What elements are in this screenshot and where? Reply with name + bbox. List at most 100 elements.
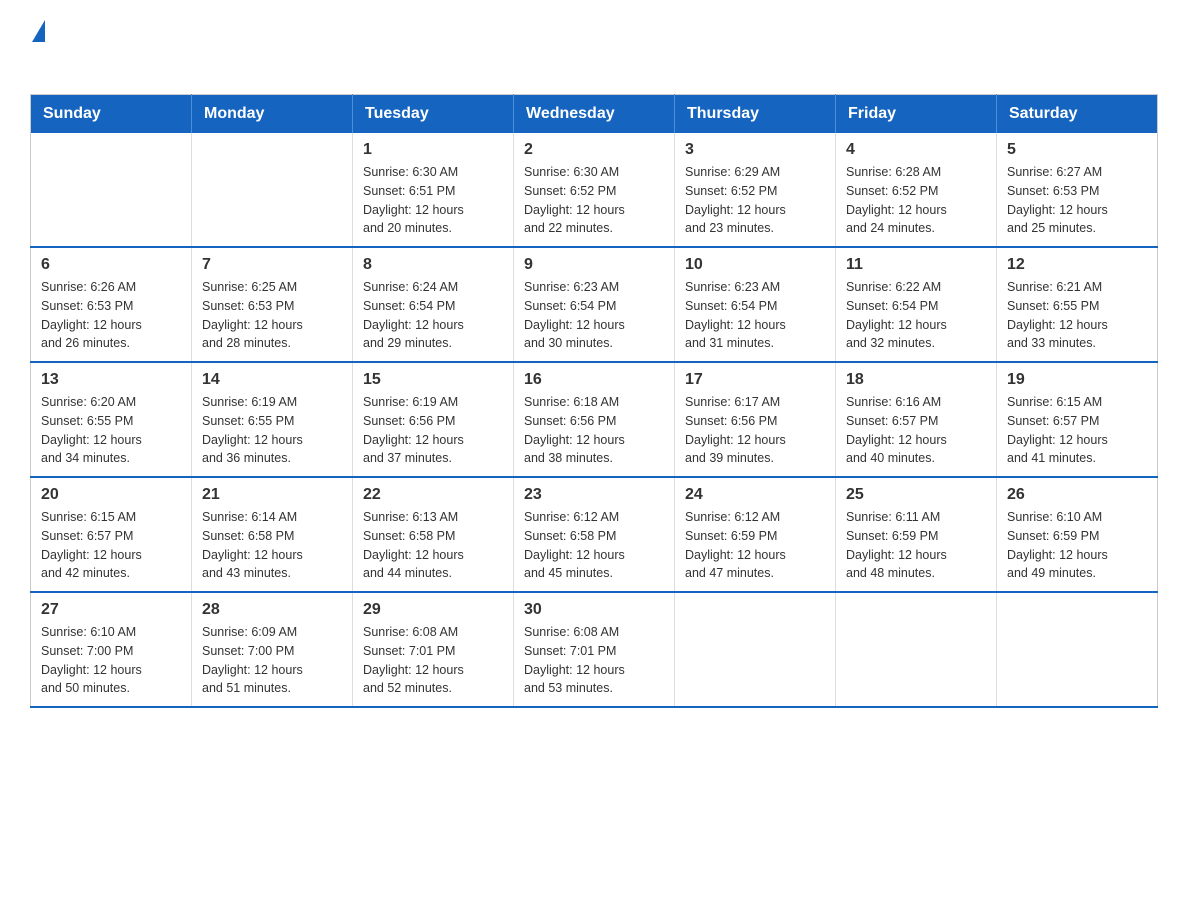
calendar-cell [675, 592, 836, 707]
day-info: Sunrise: 6:14 AM Sunset: 6:58 PM Dayligh… [202, 508, 342, 583]
calendar-cell: 7 Sunrise: 6:25 AM Sunset: 6:53 PM Daylig… [192, 247, 353, 362]
day-number: 5 [1007, 141, 1147, 159]
weekday-header-saturday: Saturday [997, 95, 1158, 134]
day-number: 6 [41, 256, 181, 274]
calendar-cell: 16Sunrise: 6:18 AM Sunset: 6:56 PM Dayli… [514, 362, 675, 477]
calendar-header: SundayMondayTuesdayWednesdayThursdayFrid… [31, 95, 1158, 134]
day-number: 4 [846, 141, 986, 159]
calendar-cell: 19 Sunrise: 6:15 AM Sunset: 6:57 PM Dayli… [997, 362, 1158, 477]
calendar-cell: 13Sunrise: 6:20 AM Sunset: 6:55 PM Dayli… [31, 362, 192, 477]
day-number: 29 [363, 601, 503, 619]
weekday-header-row: SundayMondayTuesdayWednesdayThursdayFrid… [31, 95, 1158, 134]
day-info: Sunrise: 6:12 AM Sunset: 6:58 PM Dayligh… [524, 508, 664, 583]
day-number: 8 [363, 256, 503, 274]
calendar-cell [997, 592, 1158, 707]
calendar-cell: 20 Sunrise: 6:15 AM Sunset: 6:57 PM Dayli… [31, 477, 192, 592]
day-info: Sunrise: 6:30 AM Sunset: 6:51 PM Dayligh… [363, 163, 503, 238]
day-info: Sunrise: 6:16 AM Sunset: 6:57 PM Dayligh… [846, 393, 986, 468]
day-info: Sunrise: 6:25 AM Sunset: 6:53 PM Dayligh… [202, 278, 342, 353]
day-info: Sunrise: 6:10 AM Sunset: 7:00 PM Dayligh… [41, 623, 181, 698]
day-number: 17 [685, 371, 825, 389]
calendar-cell: 18 Sunrise: 6:16 AM Sunset: 6:57 PM Dayli… [836, 362, 997, 477]
day-info: Sunrise: 6:13 AM Sunset: 6:58 PM Dayligh… [363, 508, 503, 583]
logo-triangle-icon [32, 20, 45, 42]
weekday-header-monday: Monday [192, 95, 353, 134]
calendar-cell: 28 Sunrise: 6:09 AM Sunset: 7:00 PM Dayli… [192, 592, 353, 707]
calendar-cell: 21 Sunrise: 6:14 AM Sunset: 6:58 PM Dayli… [192, 477, 353, 592]
day-info: Sunrise: 6:20 AM Sunset: 6:55 PM Dayligh… [41, 393, 181, 468]
day-number: 30 [524, 601, 664, 619]
day-info: Sunrise: 6:24 AM Sunset: 6:54 PM Dayligh… [363, 278, 503, 353]
day-info: Sunrise: 6:28 AM Sunset: 6:52 PM Dayligh… [846, 163, 986, 238]
day-info: Sunrise: 6:12 AM Sunset: 6:59 PM Dayligh… [685, 508, 825, 583]
calendar-cell [836, 592, 997, 707]
day-number: 26 [1007, 486, 1147, 504]
calendar-table: SundayMondayTuesdayWednesdayThursdayFrid… [30, 94, 1158, 708]
calendar-cell: 6Sunrise: 6:26 AM Sunset: 6:53 PM Daylig… [31, 247, 192, 362]
day-info: Sunrise: 6:29 AM Sunset: 6:52 PM Dayligh… [685, 163, 825, 238]
day-info: Sunrise: 6:09 AM Sunset: 7:00 PM Dayligh… [202, 623, 342, 698]
day-info: Sunrise: 6:27 AM Sunset: 6:53 PM Dayligh… [1007, 163, 1147, 238]
day-info: Sunrise: 6:30 AM Sunset: 6:52 PM Dayligh… [524, 163, 664, 238]
calendar-cell: 9 Sunrise: 6:23 AM Sunset: 6:54 PM Daylig… [514, 247, 675, 362]
day-number: 1 [363, 141, 503, 159]
day-number: 15 [363, 371, 503, 389]
calendar-cell: 2 Sunrise: 6:30 AM Sunset: 6:52 PM Daylig… [514, 133, 675, 247]
calendar-week-row: 13Sunrise: 6:20 AM Sunset: 6:55 PM Dayli… [31, 362, 1158, 477]
calendar-cell: 24 Sunrise: 6:12 AM Sunset: 6:59 PM Dayli… [675, 477, 836, 592]
day-number: 7 [202, 256, 342, 274]
calendar-week-row: 20 Sunrise: 6:15 AM Sunset: 6:57 PM Dayli… [31, 477, 1158, 592]
page-header [30, 20, 1158, 74]
calendar-cell: 23 Sunrise: 6:12 AM Sunset: 6:58 PM Dayli… [514, 477, 675, 592]
calendar-body: 1 Sunrise: 6:30 AM Sunset: 6:51 PM Daylig… [31, 133, 1158, 707]
day-number: 3 [685, 141, 825, 159]
calendar-week-row: 1 Sunrise: 6:30 AM Sunset: 6:51 PM Daylig… [31, 133, 1158, 247]
calendar-cell: 29Sunrise: 6:08 AM Sunset: 7:01 PM Dayli… [353, 592, 514, 707]
day-info: Sunrise: 6:21 AM Sunset: 6:55 PM Dayligh… [1007, 278, 1147, 353]
calendar-cell: 11Sunrise: 6:22 AM Sunset: 6:54 PM Dayli… [836, 247, 997, 362]
calendar-cell: 10 Sunrise: 6:23 AM Sunset: 6:54 PM Dayli… [675, 247, 836, 362]
weekday-header-thursday: Thursday [675, 95, 836, 134]
day-number: 14 [202, 371, 342, 389]
calendar-week-row: 27 Sunrise: 6:10 AM Sunset: 7:00 PM Dayli… [31, 592, 1158, 707]
day-number: 27 [41, 601, 181, 619]
calendar-cell: 26 Sunrise: 6:10 AM Sunset: 6:59 PM Dayli… [997, 477, 1158, 592]
day-number: 19 [1007, 371, 1147, 389]
calendar-cell: 22Sunrise: 6:13 AM Sunset: 6:58 PM Dayli… [353, 477, 514, 592]
weekday-header-wednesday: Wednesday [514, 95, 675, 134]
day-number: 18 [846, 371, 986, 389]
day-info: Sunrise: 6:15 AM Sunset: 6:57 PM Dayligh… [1007, 393, 1147, 468]
day-number: 25 [846, 486, 986, 504]
calendar-cell: 8 Sunrise: 6:24 AM Sunset: 6:54 PM Daylig… [353, 247, 514, 362]
day-info: Sunrise: 6:15 AM Sunset: 6:57 PM Dayligh… [41, 508, 181, 583]
day-number: 24 [685, 486, 825, 504]
calendar-cell [31, 133, 192, 247]
logo [30, 20, 45, 74]
day-info: Sunrise: 6:11 AM Sunset: 6:59 PM Dayligh… [846, 508, 986, 583]
calendar-cell: 25 Sunrise: 6:11 AM Sunset: 6:59 PM Dayli… [836, 477, 997, 592]
day-info: Sunrise: 6:23 AM Sunset: 6:54 PM Dayligh… [524, 278, 664, 353]
calendar-cell: 1 Sunrise: 6:30 AM Sunset: 6:51 PM Daylig… [353, 133, 514, 247]
day-info: Sunrise: 6:10 AM Sunset: 6:59 PM Dayligh… [1007, 508, 1147, 583]
calendar-cell: 15 Sunrise: 6:19 AM Sunset: 6:56 PM Dayli… [353, 362, 514, 477]
day-number: 10 [685, 256, 825, 274]
day-info: Sunrise: 6:19 AM Sunset: 6:56 PM Dayligh… [363, 393, 503, 468]
calendar-cell: 17Sunrise: 6:17 AM Sunset: 6:56 PM Dayli… [675, 362, 836, 477]
day-number: 9 [524, 256, 664, 274]
calendar-cell: 27 Sunrise: 6:10 AM Sunset: 7:00 PM Dayli… [31, 592, 192, 707]
day-info: Sunrise: 6:22 AM Sunset: 6:54 PM Dayligh… [846, 278, 986, 353]
day-number: 21 [202, 486, 342, 504]
day-number: 23 [524, 486, 664, 504]
day-number: 28 [202, 601, 342, 619]
day-info: Sunrise: 6:08 AM Sunset: 7:01 PM Dayligh… [524, 623, 664, 698]
weekday-header-friday: Friday [836, 95, 997, 134]
day-number: 20 [41, 486, 181, 504]
day-number: 2 [524, 141, 664, 159]
calendar-cell: 12Sunrise: 6:21 AM Sunset: 6:55 PM Dayli… [997, 247, 1158, 362]
calendar-cell: 4 Sunrise: 6:28 AM Sunset: 6:52 PM Daylig… [836, 133, 997, 247]
weekday-header-tuesday: Tuesday [353, 95, 514, 134]
calendar-cell: 3 Sunrise: 6:29 AM Sunset: 6:52 PM Daylig… [675, 133, 836, 247]
weekday-header-sunday: Sunday [31, 95, 192, 134]
day-info: Sunrise: 6:23 AM Sunset: 6:54 PM Dayligh… [685, 278, 825, 353]
calendar-cell [192, 133, 353, 247]
